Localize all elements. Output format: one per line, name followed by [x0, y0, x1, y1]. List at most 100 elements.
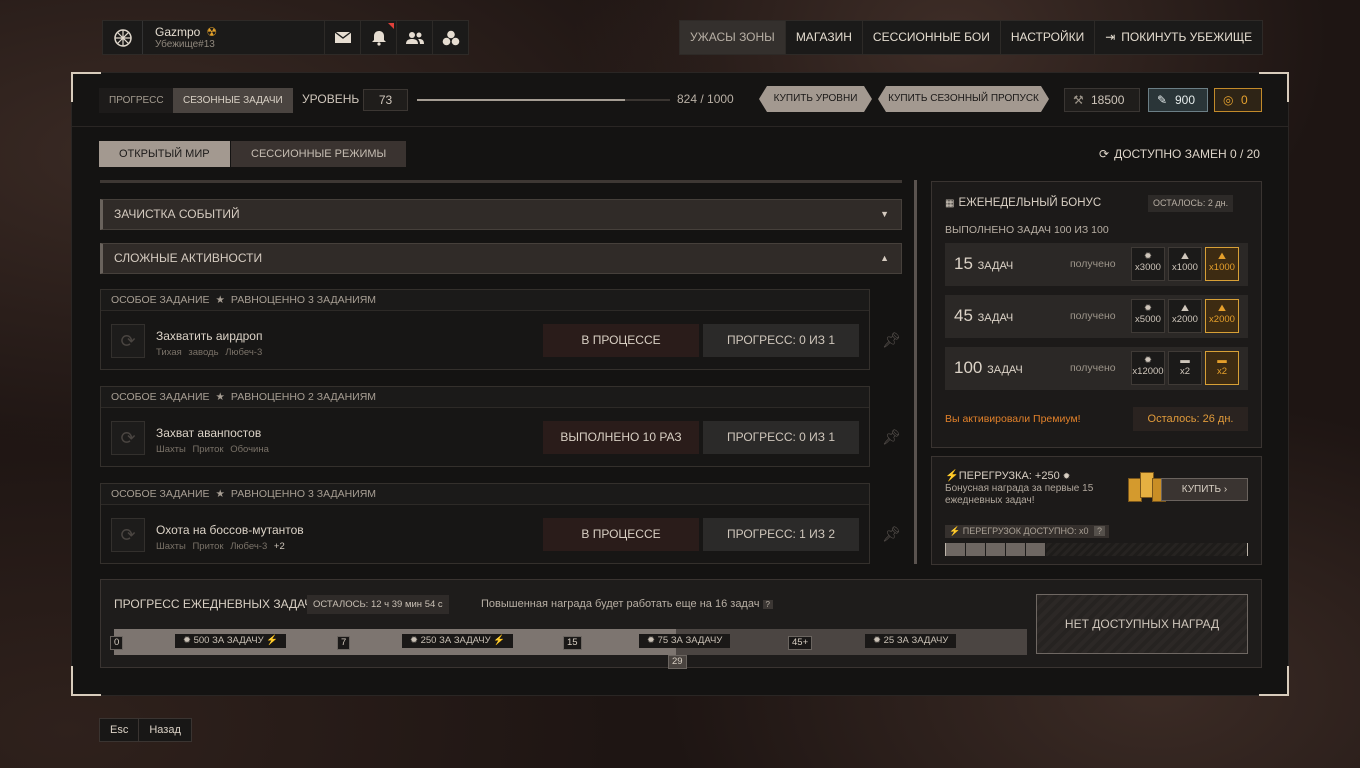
reward-coin-icon: ✹	[1144, 251, 1152, 262]
no-rewards-button[interactable]: НЕТ ДОСТУПНЫХ НАГРАД	[1036, 594, 1248, 654]
milestone-mark: 0	[110, 636, 124, 650]
task-locations-text: Шахты Приток Любеч-3	[156, 541, 268, 552]
group-icon[interactable]	[432, 21, 468, 54]
tab-seasonal-tasks[interactable]: СЕЗОННЫЕ ЗАДАЧИ	[173, 88, 293, 113]
reward-amount: x1000	[1172, 262, 1198, 273]
swap-task-icon[interactable]: ⟳	[111, 518, 145, 552]
task-equivalence: РАВНОЦЕННО 3 ЗАДАНИЯМ	[230, 488, 377, 500]
reward-item-premium[interactable]: ⛰ x1000	[1205, 247, 1239, 281]
task-type: ОСОБОЕ ЗАДАНИЕ	[111, 488, 210, 500]
buy-season-pass-button[interactable]: КУПИТЬ СЕЗОННЫЙ ПРОПУСК	[878, 86, 1049, 112]
reward-segment: ✹ 500 ЗА ЗАДАЧУ ⚡	[114, 629, 343, 655]
back-label[interactable]: Назад	[139, 719, 191, 741]
accordion-event-cleanup[interactable]: ЗАЧИСТКА СОБЫТИЙ ▼	[100, 199, 902, 230]
task-card: ОСОБОЕ ЗАДАНИЕ ★ РАВНОЦЕННО 2 ЗАДАНИЯМ ⟳ З…	[100, 386, 870, 467]
seasonal-panel: ПРОГРЕСС СЕЗОННЫЕ ЗАДАЧИ УРОВЕНЬ 73 824 …	[71, 72, 1289, 696]
xp-bar-fill	[417, 99, 626, 101]
reward-item[interactable]: ▬ x2	[1168, 351, 1202, 385]
pin-icon[interactable]: 📌︎	[882, 428, 901, 446]
task-name: Захват аванпостов	[156, 426, 262, 440]
reward-item[interactable]: ✹ x12000	[1131, 351, 1165, 385]
task-locations: Шахты Приток Любеч-3 +2	[156, 541, 285, 552]
task-locations: Тихая заводь Любеч-3	[156, 347, 263, 358]
daily-remaining-text: ОСТАЛОСЬ: 12 ч 39 мин 54 с	[313, 599, 443, 610]
buy-levels-button[interactable]: КУПИТЬ УРОВНИ	[759, 86, 872, 112]
xp-text: 824 / 1000	[677, 92, 734, 106]
help-icon[interactable]: ?	[1094, 526, 1106, 536]
reward-count: 15 ЗАДАЧ	[954, 254, 1013, 274]
mail-icon[interactable]	[324, 21, 360, 54]
segment-label: ✹ 500 ЗА ЗАДАЧУ ⚡	[175, 634, 287, 648]
swap-task-icon[interactable]: ⟳	[111, 324, 145, 358]
currency-coupons: ✎ 900	[1148, 88, 1208, 112]
overload-available-text: ПЕРЕГРУЗОК ДОСТУПНО: x0	[962, 526, 1089, 536]
weekly-completed: ВЫПОЛНЕНО ЗАДАЧ 100 ИЗ 100	[945, 224, 1109, 236]
esc-key[interactable]: Esc	[100, 719, 140, 741]
reward-count: 100 ЗАДАЧ	[954, 358, 1023, 378]
help-icon[interactable]: ?	[762, 600, 773, 609]
segment-label-text: 25 ЗА ЗАДАЧУ	[883, 635, 949, 646]
swaps-text: ДОСТУПНО ЗАМЕН 0 / 20	[1114, 147, 1260, 161]
tab-session-modes[interactable]: СЕССИОННЫЕ РЕЖИМЫ	[231, 141, 407, 167]
notifications-icon[interactable]	[360, 21, 396, 54]
weekly-title: ▦ ЕЖЕНЕДЕЛЬНЫЙ БОНУС	[945, 197, 1101, 209]
pin-icon[interactable]: 📌︎	[882, 331, 901, 349]
milestone-mark: 45+	[788, 636, 813, 650]
pin-icon[interactable]: 📌︎	[882, 525, 901, 543]
reward-item-premium[interactable]: ▬ x2	[1205, 351, 1239, 385]
tab-progress[interactable]: ПРОГРЕСС	[99, 88, 174, 113]
reward-count-unit: ЗАДАЧ	[987, 364, 1023, 376]
weekly-title-text: ЕЖЕНЕДЕЛЬНЫЙ БОНУС	[958, 197, 1102, 209]
exit-icon: ⇥	[1105, 30, 1116, 44]
star-icon: ★	[215, 391, 225, 403]
overload-title: ⚡ПЕРЕГРУЗКА: +250 ✹	[945, 469, 1070, 482]
swap-task-icon[interactable]: ⟳	[111, 421, 145, 455]
task-locations-more[interactable]: +2	[274, 541, 285, 552]
back-control[interactable]: Esc Назад	[99, 718, 192, 742]
task-card: ОСОБОЕ ЗАДАНИЕ ★ РАВНОЦЕННО 3 ЗАДАНИЯМ ⟳ З…	[100, 289, 870, 370]
frame-corner	[71, 666, 101, 696]
reward-amount: x5000	[1135, 314, 1161, 325]
overload-segment-filled	[1026, 543, 1047, 556]
lightning-icon: ⚡	[266, 635, 279, 646]
currency-rubles-icon: ⚒	[1073, 93, 1084, 107]
reward-count-value: 100	[954, 358, 983, 377]
swaps-available: ⟳ ДОСТУПНО ЗАМЕН 0 / 20	[1099, 147, 1260, 161]
nav-shop[interactable]: МАГАЗИН	[786, 21, 863, 54]
scrollbar[interactable]	[914, 180, 917, 564]
weekly-reward-row: 15 ЗАДАЧ получено ✹ x3000 ⛰ x1000 ⛰ x1000	[945, 243, 1248, 286]
reward-count: 45 ЗАДАЧ	[954, 306, 1013, 326]
reward-item[interactable]: ⛰ x2000	[1168, 299, 1202, 333]
reward-item-premium[interactable]: ⛰ x2000	[1205, 299, 1239, 333]
reward-scrap-icon: ⛰	[1181, 303, 1189, 314]
reward-count-unit: ЗАДАЧ	[977, 260, 1014, 272]
clan-emblem-icon[interactable]	[103, 21, 143, 54]
tab-open-world[interactable]: ОТКРЫТЫЙ МИР	[99, 141, 230, 167]
level-label: УРОВЕНЬ	[302, 92, 360, 106]
reward-amount: x2000	[1209, 314, 1235, 325]
nav-zone-horrors[interactable]: УЖАСЫ ЗОНЫ	[680, 21, 786, 54]
reward-item[interactable]: ✹ x3000	[1131, 247, 1165, 281]
reward-item[interactable]: ✹ x5000	[1131, 299, 1165, 333]
nav-session-battles[interactable]: СЕССИОННЫЕ БОИ	[863, 21, 1001, 54]
overload-buy-button[interactable]: КУПИТЬ ›	[1161, 478, 1248, 501]
task-locations: Шахты Приток Обочина	[156, 444, 269, 455]
reward-count-unit: ЗАДАЧ	[977, 312, 1014, 324]
task-progress: ПРОГРЕСС: 1 ИЗ 2	[703, 518, 859, 551]
nav-leave-shelter[interactable]: ⇥ ПОКИНУТЬ УБЕЖИЩЕ	[1095, 21, 1262, 54]
frame-corner	[1259, 666, 1289, 696]
accordion-hard-activities[interactable]: СЛОЖНЫЕ АКТИВНОСТИ ▲	[100, 243, 902, 274]
coin-icon: ✹	[410, 635, 418, 646]
chevron-up-icon: ▲	[880, 253, 889, 263]
reward-item[interactable]: ⛰ x1000	[1168, 247, 1202, 281]
star-icon: ★	[215, 488, 225, 500]
overload-segment-filled	[966, 543, 987, 556]
milestone-mark: 15	[563, 636, 582, 650]
friends-icon[interactable]	[396, 21, 432, 54]
nav-settings[interactable]: НАСТРОЙКИ	[1001, 21, 1096, 54]
segment-label: ✹ 25 ЗА ЗАДАЧУ	[865, 634, 957, 648]
task-header: ОСОБОЕ ЗАДАНИЕ ★ РАВНОЦЕННО 3 ЗАДАНИЯМ	[101, 290, 869, 311]
scrollbar-thumb[interactable]	[914, 180, 917, 564]
task-progress: ПРОГРЕСС: 0 ИЗ 1	[703, 324, 859, 357]
reward-amount: x2000	[1172, 314, 1198, 325]
